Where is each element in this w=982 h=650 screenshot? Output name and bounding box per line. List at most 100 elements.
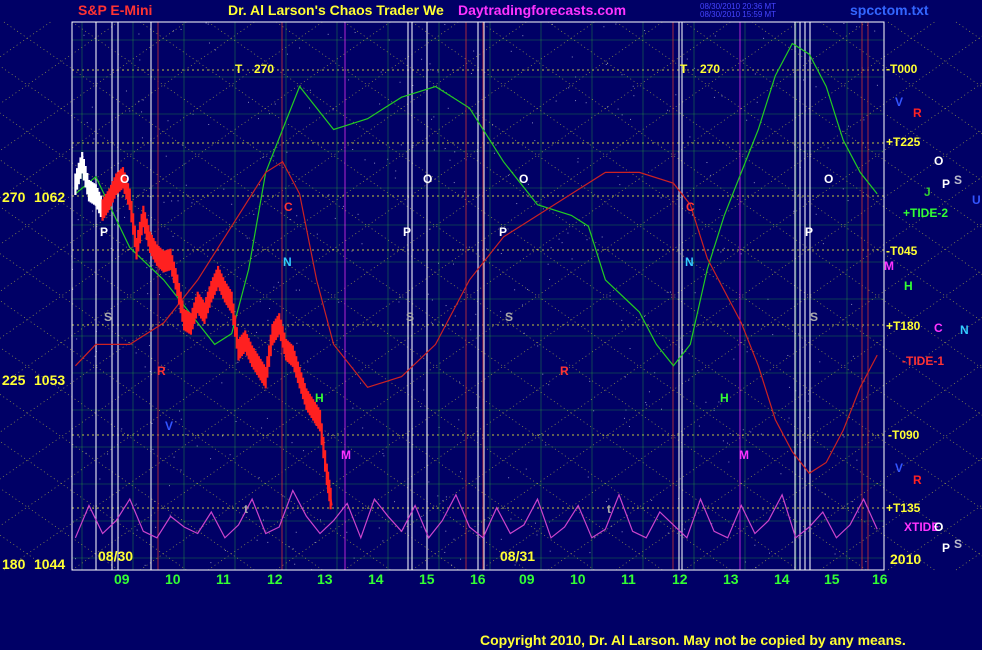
star-dot <box>294 563 296 565</box>
star-dot <box>856 26 858 28</box>
star-dot <box>428 228 430 230</box>
star-dot <box>129 110 131 112</box>
cross-label: H <box>315 391 324 405</box>
star-dot <box>93 138 95 140</box>
star-dot <box>221 435 223 437</box>
star-dot <box>549 279 551 281</box>
star-dot <box>843 436 845 438</box>
cross-label: O <box>824 172 834 186</box>
star-dot <box>382 540 384 542</box>
star-dot <box>534 140 536 142</box>
star-dot <box>445 496 447 498</box>
star-dot <box>77 219 79 221</box>
star-dot <box>437 495 439 497</box>
grid-diagonal-up <box>955 551 982 571</box>
right-label: V <box>895 461 904 475</box>
star-dot <box>351 250 353 252</box>
star-dot <box>295 531 297 533</box>
star-dot <box>395 170 397 172</box>
star-dot <box>746 119 748 121</box>
star-dot <box>138 33 140 35</box>
right-label: R <box>913 473 922 487</box>
star-dot <box>144 564 146 566</box>
star-dot <box>603 26 605 28</box>
star-dot <box>319 519 321 521</box>
star-dot <box>848 125 850 127</box>
star-dot <box>475 313 477 315</box>
hour-tick-label: 12 <box>267 571 283 587</box>
star-dot <box>380 71 382 73</box>
star-dot <box>135 352 137 354</box>
star-dot <box>834 553 836 555</box>
star-dot <box>177 200 179 202</box>
star-dot <box>247 101 249 103</box>
star-dot <box>669 291 671 293</box>
star-dot <box>180 28 182 30</box>
star-dot <box>125 90 127 92</box>
star-dot <box>527 289 529 291</box>
star-dot <box>753 182 755 184</box>
star-dot <box>229 454 231 456</box>
star-dot <box>686 58 688 60</box>
star-dot <box>742 429 744 431</box>
star-dot <box>169 192 171 194</box>
hour-tick-label: 11 <box>216 571 231 587</box>
star-dot <box>667 109 669 111</box>
star-dot <box>780 473 782 475</box>
star-dot <box>262 519 264 521</box>
star-dot <box>568 87 570 89</box>
right-label: S <box>954 173 963 187</box>
star-dot <box>522 35 524 37</box>
star-dot <box>750 431 752 433</box>
star-dot <box>470 329 472 331</box>
hour-tick-label: 15 <box>824 571 840 587</box>
star-dot <box>444 24 446 26</box>
cross-label: O <box>423 172 433 186</box>
right-label: U <box>972 193 981 207</box>
star-dot <box>567 232 569 234</box>
star-dot <box>165 155 167 157</box>
grid-diagonal-down <box>0 534 51 571</box>
star-dot <box>221 382 223 384</box>
star-dot <box>454 315 456 317</box>
star-dot <box>454 151 456 153</box>
star-dot <box>617 108 619 110</box>
right-label: +TIDE-2 <box>903 206 949 220</box>
hour-tick-label: 16 <box>872 571 888 587</box>
right-label: C <box>934 321 943 335</box>
star-dot <box>173 456 175 458</box>
star-dot <box>660 197 662 199</box>
cross-label: S <box>104 310 113 324</box>
star-dot <box>769 552 771 554</box>
right-label: +T180 <box>886 319 921 333</box>
website-link[interactable]: Daytradingforecasts.com <box>458 3 626 17</box>
star-dot <box>514 289 516 291</box>
star-dot <box>346 531 348 533</box>
star-dot <box>309 89 311 91</box>
star-dot <box>571 258 573 260</box>
star-dot <box>144 366 146 368</box>
hour-tick-label: 14 <box>774 571 790 587</box>
star-dot <box>185 433 187 435</box>
star-dot <box>412 145 414 147</box>
star-dot <box>430 69 432 71</box>
star-dot <box>107 453 109 455</box>
star-dot <box>86 122 88 124</box>
star-dot <box>295 289 297 291</box>
star-dot <box>660 408 662 410</box>
star-dot <box>352 407 354 409</box>
star-dot <box>587 476 589 478</box>
star-dot <box>382 453 384 455</box>
cross-label: H <box>720 391 729 405</box>
star-dot <box>808 393 810 395</box>
star-dot <box>124 216 126 218</box>
star-dot <box>644 30 646 32</box>
star-dot <box>286 53 288 55</box>
star-dot <box>851 303 853 305</box>
star-dot <box>807 417 809 419</box>
star-dot <box>420 406 422 408</box>
star-dot <box>338 301 340 303</box>
star-dot <box>876 84 878 86</box>
star-dot <box>788 386 790 388</box>
star-dot <box>431 323 433 325</box>
